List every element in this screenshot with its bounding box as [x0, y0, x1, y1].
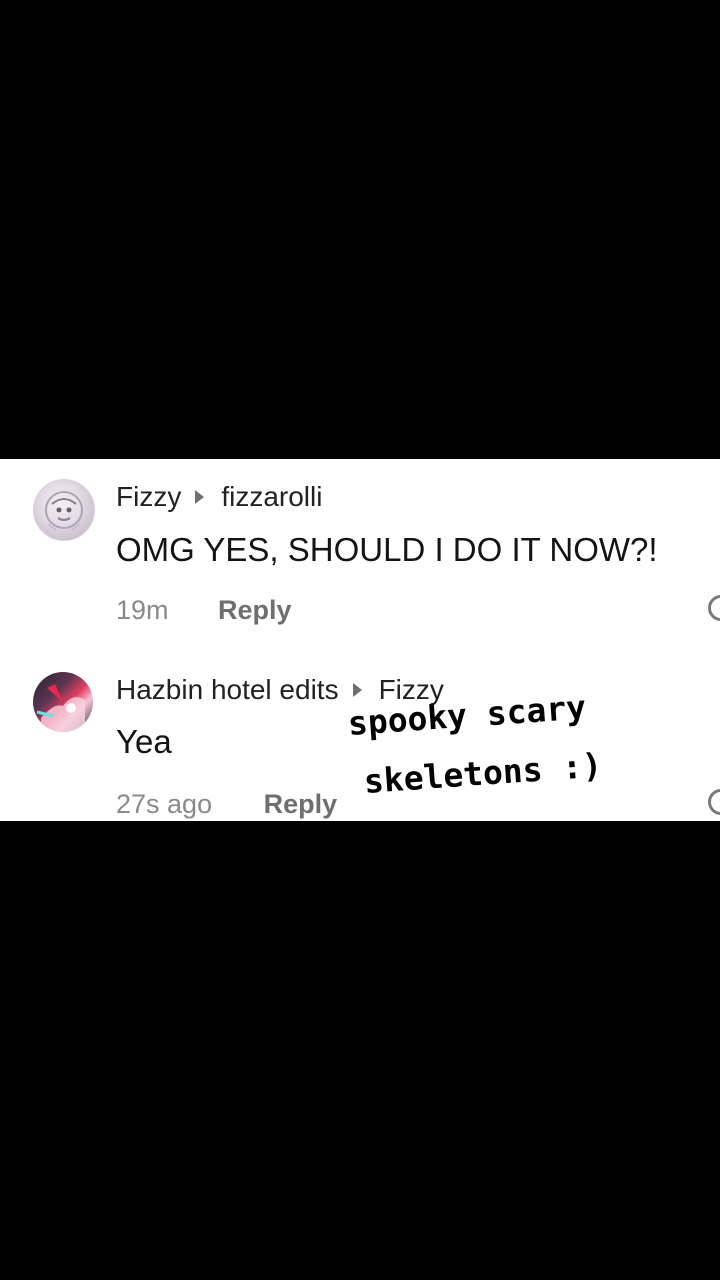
comment-text: OMG YES, SHOULD I DO IT NOW?! [116, 531, 658, 568]
reply-button[interactable]: Reply [264, 789, 338, 819]
video-frame: Fizzy fizzarolli OMG YES, SHOULD I DO IT… [0, 0, 720, 1280]
author-name[interactable]: Hazbin hotel edits [116, 674, 339, 706]
comment-text: Yea [116, 723, 172, 760]
avatar[interactable] [33, 479, 95, 541]
comment-time: 19m [116, 595, 169, 625]
comment-time: 27s ago [116, 789, 213, 819]
avatar-fizzy-icon [45, 491, 83, 531]
reply-arrow-icon [195, 490, 205, 504]
like-icon[interactable] [708, 595, 720, 621]
avatar[interactable] [33, 672, 93, 732]
comment-screenshot: Fizzy fizzarolli OMG YES, SHOULD I DO IT… [0, 459, 720, 821]
overlay-caption-line-2: skeletons :) [362, 745, 604, 801]
comment-header: Fizzy fizzarolli [116, 481, 322, 513]
reply-to-name[interactable]: fizzarolli [221, 481, 322, 513]
reply-button[interactable]: Reply [218, 595, 292, 625]
comment-meta: 19m Reply [116, 595, 292, 626]
author-name[interactable]: Fizzy [116, 481, 181, 513]
reply-arrow-icon [352, 683, 362, 697]
comment-meta: 27s ago Reply [116, 789, 337, 820]
avatar-hazbin-icon [36, 684, 85, 732]
like-icon[interactable] [708, 789, 720, 815]
